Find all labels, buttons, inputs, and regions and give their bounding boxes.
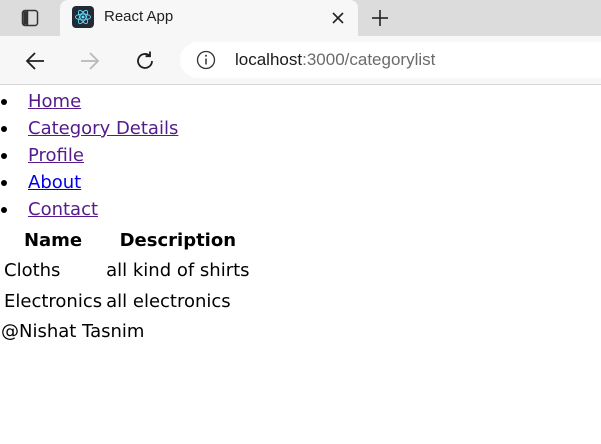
sidebar-toggle-icon[interactable]	[14, 4, 46, 32]
close-icon[interactable]	[328, 8, 348, 28]
nav-item-category-details: Category Details	[0, 115, 178, 142]
table-header-row: Name Description	[3, 227, 251, 254]
reload-icon[interactable]	[130, 46, 160, 76]
category-details-link[interactable]: Category Details	[28, 118, 178, 139]
home-link[interactable]: Home	[28, 91, 81, 112]
info-icon[interactable]	[196, 50, 216, 70]
nav-item-profile: Profile	[0, 142, 178, 169]
url-path: :3000/categorylist	[302, 50, 436, 69]
browser-tabstrip: React App	[0, 0, 601, 36]
react-logo-icon	[72, 6, 94, 28]
cell-description: all electronics	[106, 291, 231, 312]
profile-link[interactable]: Profile	[28, 145, 84, 166]
forward-arrow-icon[interactable]	[75, 46, 105, 76]
list-bullet	[1, 153, 7, 159]
footer-credit: @Nishat Tasnim	[1, 321, 145, 342]
nav-list: Home Category Details Profile About Cont…	[0, 88, 178, 223]
nav-item-contact: Contact	[0, 196, 178, 223]
url-host: localhost	[235, 50, 303, 69]
nav-item-home: Home	[0, 88, 178, 115]
cell-name: Electronics	[4, 291, 103, 312]
plus-icon[interactable]	[366, 4, 394, 32]
cell-name: Cloths	[4, 260, 61, 281]
browser-tab[interactable]: React App	[60, 0, 358, 36]
cell-description: all kind of shirts	[106, 260, 250, 281]
about-link[interactable]: About	[28, 172, 81, 193]
tab-title: React App	[104, 8, 174, 25]
address-bar[interactable]: localhost:3000/categorylist	[180, 42, 601, 78]
nav-item-about: About	[0, 169, 178, 196]
url-text[interactable]: localhost:3000/categorylist	[235, 50, 435, 70]
page-content: Home Category Details Profile About Cont…	[0, 86, 601, 444]
column-header-description: Description	[119, 230, 237, 251]
list-bullet	[1, 207, 7, 213]
table-row: Electronics all electronics	[3, 287, 251, 316]
table-row: Cloths all kind of shirts	[3, 256, 251, 285]
list-bullet	[1, 180, 7, 186]
list-bullet	[1, 99, 7, 105]
browser-toolbar: localhost:3000/categorylist	[0, 36, 601, 85]
back-arrow-icon[interactable]	[20, 46, 50, 76]
list-bullet	[1, 126, 7, 132]
contact-link[interactable]: Contact	[28, 199, 98, 220]
column-header-name: Name	[23, 230, 83, 251]
category-table: Name Description Cloths all kind of shir…	[1, 225, 253, 318]
